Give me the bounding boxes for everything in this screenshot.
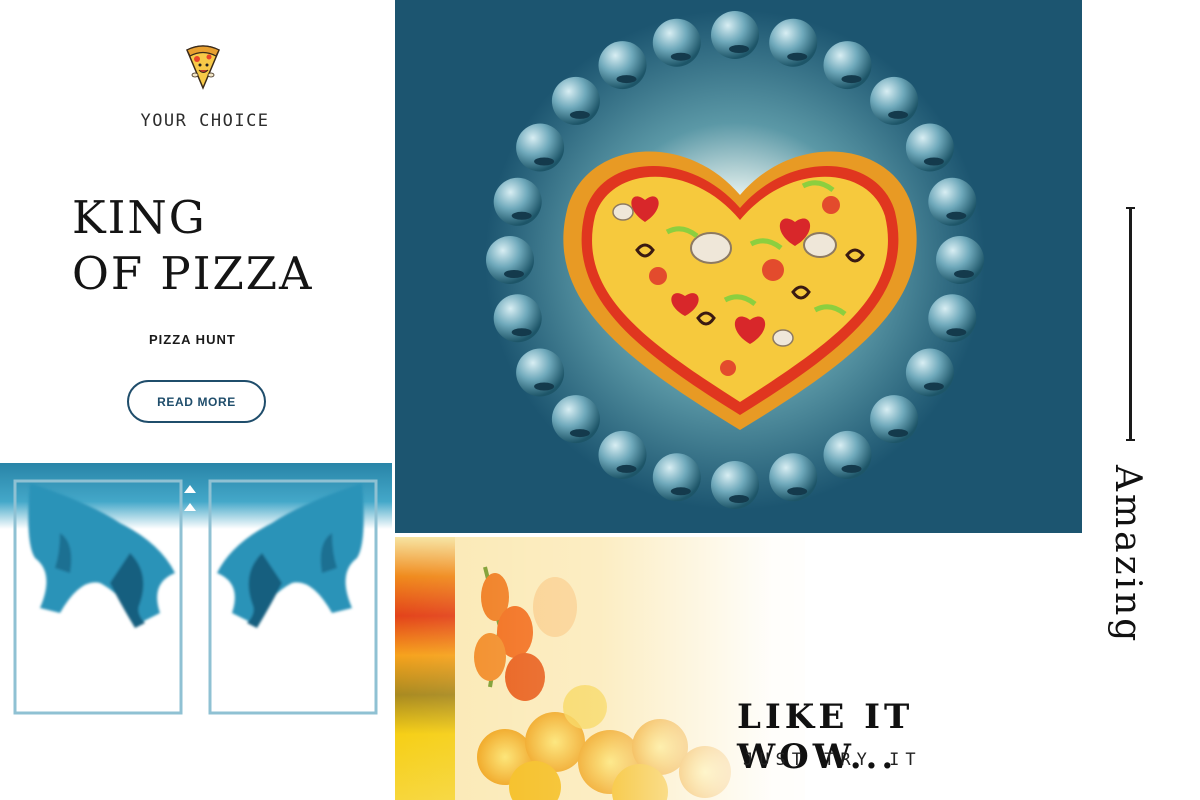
pearl-bead-shadow [841, 75, 862, 84]
pearl-bead-shadow [888, 110, 909, 119]
subline: JUST TRY IT [743, 750, 922, 770]
pearl-bead-shadow [954, 270, 974, 278]
page-title: KING OF PIZZA [72, 190, 314, 302]
pearl-bead-shadow [729, 45, 749, 53]
pearl-bead-shadow [670, 52, 691, 61]
headline-line-2: OF PIZZA [72, 247, 314, 300]
brand-name: PIZZA HUNT [149, 332, 236, 347]
pearl-bead-shadow [787, 487, 808, 496]
pearl-bead-shadow [511, 211, 532, 220]
heart-pizza-artwork [395, 0, 1082, 533]
kicker-text: YOUR CHOICE [140, 111, 270, 131]
pearl-bead-shadow [616, 75, 637, 84]
pearl-bead-shadow [534, 157, 555, 166]
pearl-bead-shadow [569, 429, 590, 438]
ink-splash-artwork [0, 463, 392, 715]
pearl-bead-shadow [888, 429, 909, 438]
vertical-divider [1126, 207, 1135, 441]
pearl-bead-shadow [729, 495, 749, 503]
pearl-bead-shadow [946, 328, 967, 337]
pizza-slice-mascot-icon [186, 45, 220, 90]
pearl-bead-shadow [946, 211, 967, 220]
pearl-bead-shadow [616, 464, 637, 473]
ink-splash-panel [0, 463, 392, 800]
pearl-bead-shadow [511, 328, 532, 337]
pearl-bead-shadow [534, 382, 555, 391]
vertical-word: Amazing [1107, 465, 1148, 645]
pearl-bead-shadow [569, 110, 590, 119]
pearl-bead-shadow [841, 464, 862, 473]
headline-line-1: KING [72, 191, 207, 244]
pearl-bead-shadow [923, 382, 944, 391]
pearl-bead-shadow [504, 270, 524, 278]
read-more-button[interactable]: READ MORE [127, 380, 266, 423]
pearl-bead-shadow [787, 52, 808, 61]
flowers-banner: LIKE IT WOW... JUST TRY IT [395, 537, 1082, 800]
pearl-bead-shadow [923, 157, 944, 166]
intro-card: YOUR CHOICE KING OF PIZZA PIZZA HUNT REA… [0, 0, 392, 463]
pearl-bead-shadow [670, 487, 691, 496]
heart-pizza-hero [395, 0, 1082, 533]
right-strip [1082, 0, 1200, 800]
